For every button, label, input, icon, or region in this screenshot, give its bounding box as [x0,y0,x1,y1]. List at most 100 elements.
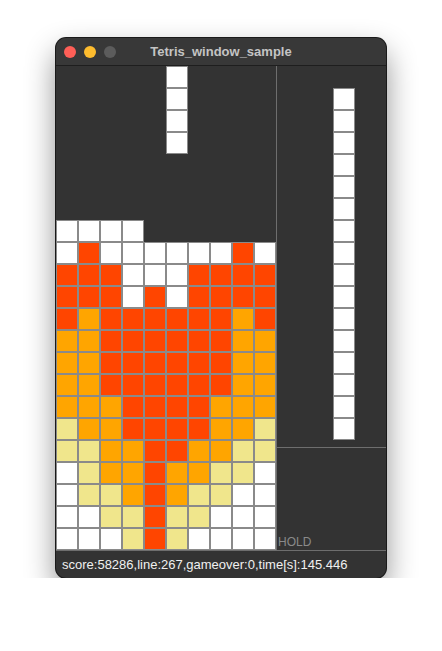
board-cell [56,418,78,440]
board-cell [166,110,188,132]
piece-cell [333,374,355,396]
board-cell [210,286,232,308]
board-cell [144,286,166,308]
board-cell [232,396,254,418]
piece-cell [333,176,355,198]
next-queue [277,66,386,448]
board-cell [78,418,100,440]
board-cell [188,198,210,220]
board-row [56,110,276,132]
board-cell [78,154,100,176]
board-cell [254,176,276,198]
board-cell [122,418,144,440]
zoom-button[interactable] [104,46,116,58]
board-cell [254,330,276,352]
board-cell [210,220,232,242]
board-cell [56,88,78,110]
board-cell [166,242,188,264]
board-cell [166,88,188,110]
board-cell [78,264,100,286]
board-cell [144,374,166,396]
board-cell [210,484,232,506]
board-row [56,132,276,154]
board-cell [254,154,276,176]
board-cell [188,440,210,462]
board-row [56,308,276,330]
board-cell [188,308,210,330]
board-cell [78,440,100,462]
board-row [56,154,276,176]
board-cell [122,242,144,264]
board-cell [188,66,210,88]
board-cell [122,528,144,550]
board-cell [166,176,188,198]
board-cell [166,462,188,484]
board-cell [232,308,254,330]
board-cell [166,484,188,506]
next-piece [333,88,355,176]
board-cell [232,66,254,88]
board-cell [144,88,166,110]
board-cell [166,440,188,462]
board-cell [100,220,122,242]
board-cell [232,418,254,440]
board-cell [210,528,232,550]
title-bar: Tetris_window_sample [56,38,386,66]
board-row [56,242,276,264]
board-cell [254,528,276,550]
board-cell [100,198,122,220]
board-cell [122,374,144,396]
board-cell [232,528,254,550]
board-cell [210,440,232,462]
board-cell [78,528,100,550]
board-cell [122,440,144,462]
board-cell [144,198,166,220]
board-cell [122,352,144,374]
board-row [56,264,276,286]
board-cell [100,66,122,88]
board-cell [56,374,78,396]
board-cell [254,264,276,286]
close-button[interactable] [64,46,76,58]
minimize-button[interactable] [84,46,96,58]
board-cell [210,308,232,330]
board-cell [56,110,78,132]
board-cell [188,528,210,550]
board-cell [122,462,144,484]
board-cell [144,242,166,264]
board-cell [232,330,254,352]
board-cell [78,242,100,264]
board-cell [232,264,254,286]
board-cell [100,396,122,418]
board-row [56,176,276,198]
board-cell [232,220,254,242]
board-cell [122,396,144,418]
piece-cell [333,308,355,330]
board-cell [144,440,166,462]
board-cell [188,506,210,528]
board-cell [78,308,100,330]
board-cell [232,440,254,462]
board-cell [210,88,232,110]
board-row [56,506,276,528]
board-cell [100,506,122,528]
board-cell [56,528,78,550]
board-cell [188,396,210,418]
board-cell [100,154,122,176]
piece-cell [333,154,355,176]
board-cell [144,484,166,506]
board-row [56,396,276,418]
board-cell [166,66,188,88]
board-row [56,462,276,484]
board-cell [100,242,122,264]
piece-cell [333,110,355,132]
board-cell [188,110,210,132]
board-cell [56,154,78,176]
board-cell [232,352,254,374]
board-cell [78,396,100,418]
board-cell [144,264,166,286]
board-cell [122,286,144,308]
board-cell [188,374,210,396]
piece-cell [333,264,355,286]
board-cell [210,352,232,374]
